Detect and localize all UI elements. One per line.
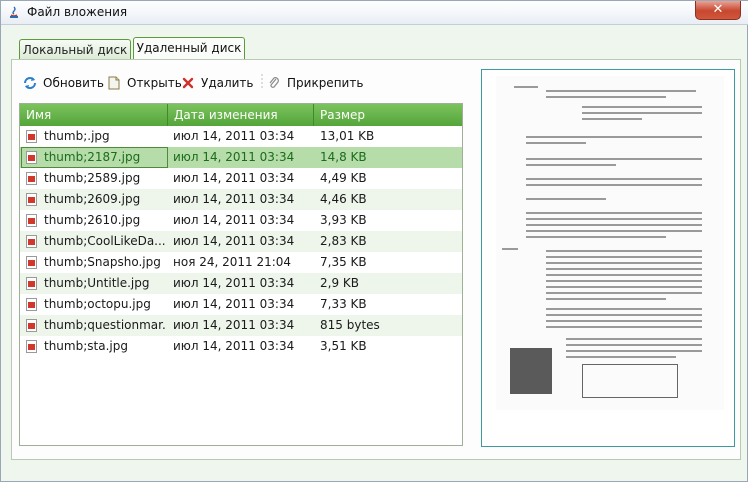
image-file-icon <box>26 277 37 290</box>
file-date-cell: июл 14, 2011 03:34 <box>173 297 295 311</box>
table-header: Имя Дата изменения Размер <box>20 104 462 126</box>
file-table: Имя Дата изменения Размер thumb;.jpg июл … <box>19 103 463 446</box>
file-date-cell: июл 14, 2011 03:34 <box>173 213 295 227</box>
file-name-cell: thumb;questionmar... <box>44 318 166 332</box>
paperclip-icon <box>269 77 279 88</box>
image-file-icon <box>26 340 37 353</box>
attach-label: Прикрепить <box>287 76 364 90</box>
delete-x-icon <box>182 77 194 89</box>
file-size-cell: 14,8 KB <box>320 150 367 164</box>
document-preview-image <box>496 76 724 410</box>
toolbar-separator <box>261 74 263 90</box>
table-row[interactable]: thumb;.jpg июл 14, 2011 03:34 13,01 KB <box>20 126 462 147</box>
file-size-cell: 3,93 KB <box>320 213 367 227</box>
java-app-icon <box>10 6 18 18</box>
file-date-cell: ноя 24, 2011 21:04 <box>173 255 292 269</box>
table-row[interactable]: thumb;Snapsho.jpg ноя 24, 2011 21:04 7,35 … <box>20 252 462 273</box>
open-label: Открыть <box>127 76 182 90</box>
file-name-cell: thumb;2610.jpg <box>44 213 141 227</box>
close-button[interactable]: ✕ <box>695 1 741 20</box>
column-header-name[interactable]: Имя <box>20 104 168 126</box>
document-stamp <box>582 364 678 398</box>
document-photo <box>510 348 552 394</box>
table-row[interactable]: thumb;2589.jpg июл 14, 2011 03:34 4,49 KB <box>20 168 462 189</box>
file-name-cell: thumb;.jpg <box>44 129 110 143</box>
file-date-cell: июл 14, 2011 03:34 <box>173 318 295 332</box>
image-file-icon <box>26 214 37 227</box>
refresh-label: Обновить <box>43 76 104 90</box>
table-row[interactable]: thumb;octopu.jpg июл 14, 2011 03:34 7,33 K… <box>20 294 462 315</box>
file-date-cell: июл 14, 2011 03:34 <box>173 192 295 206</box>
window-title: Файл вложения <box>27 5 128 19</box>
table-row[interactable]: thumb;2187.jpg июл 14, 2011 03:34 14,8 KB <box>20 147 462 168</box>
image-file-icon <box>26 130 37 143</box>
delete-label: Удалить <box>201 76 254 90</box>
file-name-cell: thumb;Untitle.jpg <box>44 276 150 290</box>
file-date-cell: июл 14, 2011 03:34 <box>173 171 295 185</box>
file-name-cell: thumb;Snapsho.jpg <box>44 255 161 269</box>
close-icon: ✕ <box>712 2 724 17</box>
tab-remote-disk-label: Удаленный диск <box>136 41 242 55</box>
open-button[interactable]: Открыть <box>107 73 182 93</box>
table-row[interactable]: thumb;CoolLikeDa... июл 14, 2011 03:34 2,8… <box>20 231 462 252</box>
file-name-cell: thumb;2589.jpg <box>44 171 141 185</box>
file-size-cell: 7,35 KB <box>320 255 367 269</box>
file-size-cell: 7,33 KB <box>320 297 367 311</box>
image-file-icon <box>26 235 37 248</box>
file-name-cell: thumb;CoolLikeDa... <box>44 234 166 248</box>
file-name-cell: thumb;sta.jpg <box>44 339 128 353</box>
image-file-icon <box>26 172 37 185</box>
file-size-cell: 4,49 KB <box>320 171 367 185</box>
file-date-cell: июл 14, 2011 03:34 <box>173 129 295 143</box>
image-file-icon <box>26 256 37 269</box>
file-size-cell: 2,9 KB <box>320 276 359 290</box>
column-header-size[interactable]: Размер <box>314 104 462 126</box>
refresh-button[interactable]: Обновить <box>23 73 104 93</box>
file-name-cell: thumb;2609.jpg <box>44 192 141 206</box>
preview-panel <box>481 69 735 447</box>
table-row[interactable]: thumb;sta.jpg июл 14, 2011 03:34 3,51 KB <box>20 336 462 357</box>
file-name-cell: thumb;octopu.jpg <box>44 297 151 311</box>
title-bar: Файл вложения ✕ <box>1 1 748 25</box>
tab-remote-disk[interactable]: Удаленный диск <box>133 37 245 59</box>
image-file-icon <box>26 193 37 206</box>
file-date-cell: июл 14, 2011 03:34 <box>173 339 295 353</box>
file-date-cell: июл 14, 2011 03:34 <box>173 150 295 164</box>
selection-focus-outline <box>21 147 168 168</box>
attach-button[interactable]: Прикрепить <box>267 73 364 93</box>
table-row[interactable]: thumb;Untitle.jpg июл 14, 2011 03:34 2,9 K… <box>20 273 462 294</box>
refresh-icon <box>24 77 36 89</box>
file-date-cell: июл 14, 2011 03:34 <box>173 234 295 248</box>
image-file-icon <box>26 319 37 332</box>
file-size-cell: 2,83 KB <box>320 234 367 248</box>
file-size-cell: 3,51 KB <box>320 339 367 353</box>
delete-button[interactable]: Удалить <box>181 73 254 93</box>
image-file-icon <box>26 298 37 311</box>
table-row[interactable]: thumb;2609.jpg июл 14, 2011 03:34 4,46 KB <box>20 189 462 210</box>
file-date-cell: июл 14, 2011 03:34 <box>173 276 295 290</box>
file-size-cell: 815 bytes <box>320 318 380 332</box>
file-size-cell: 13,01 KB <box>320 129 375 143</box>
file-size-cell: 4,46 KB <box>320 192 367 206</box>
attachment-window: Файл вложения ✕ Локальный диск Удаленный… <box>0 0 748 482</box>
table-row[interactable]: thumb;2610.jpg июл 14, 2011 03:34 3,93 KB <box>20 210 462 231</box>
column-header-date[interactable]: Дата изменения <box>168 104 314 126</box>
tab-local-disk-label: Локальный диск <box>22 43 128 57</box>
document-icon <box>108 76 120 90</box>
table-row[interactable]: thumb;questionmar... июл 14, 2011 03:34 81… <box>20 315 462 336</box>
tab-local-disk[interactable]: Локальный диск <box>19 39 131 59</box>
